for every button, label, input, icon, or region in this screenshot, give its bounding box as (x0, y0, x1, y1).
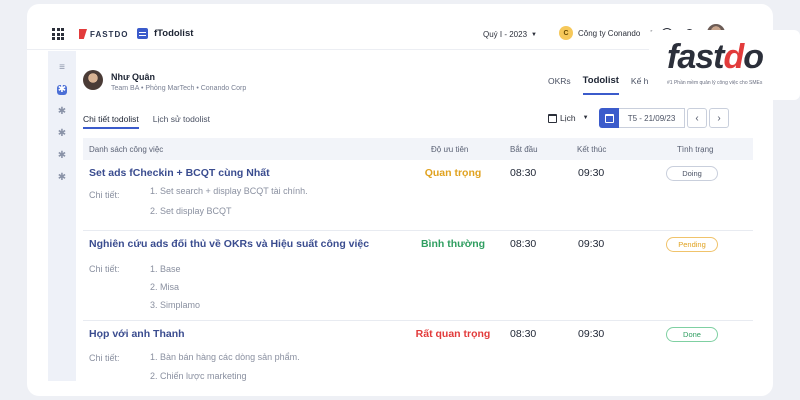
task-end: 09:30 (578, 238, 605, 250)
chevron-down-icon: ▼ (582, 115, 589, 121)
next-date-button[interactable]: › (709, 108, 729, 128)
subtask-item: 2. Set display BCQT (150, 206, 232, 216)
subtask-item: 1. Bàn bán hàng các dòng sản phẩm. (150, 352, 300, 362)
detail-label: Chi tiết: (89, 264, 120, 274)
tab-okrs[interactable]: OKRs (548, 76, 571, 95)
todolist-subtabs: Chi tiết todolist Lịch sử todolist (83, 114, 210, 129)
logo-tagline: #1 Phần mềm quản lý công việc cho SMEs (667, 80, 763, 86)
column-header-priority: Độ ưu tiên (431, 145, 469, 154)
brand-mark-icon (79, 29, 87, 39)
menu-icon[interactable]: ≡ (57, 63, 67, 73)
detail-label: Chi tiết: (89, 190, 120, 200)
task-priority: Quan trọng (424, 167, 482, 179)
detail-label: Chi tiết: (89, 353, 120, 363)
company-selector[interactable]: C Công ty Conando ▼ (559, 26, 655, 40)
task-priority: Bình thường (420, 238, 486, 250)
view-selector[interactable]: Lịch ▼ (548, 113, 589, 123)
todolist-app-icon (137, 28, 148, 39)
subtask-item: 3. Simplamo (150, 300, 201, 310)
fastdo-logo-overlay: fastdo #1 Phần mềm quản lý công việc cho… (649, 30, 800, 100)
task-end: 09:30 (578, 328, 605, 340)
apps-grid-icon[interactable] (52, 28, 64, 40)
subtask-item: 2. Misa (150, 282, 180, 292)
tab-todolist[interactable]: Todolist (582, 75, 619, 95)
prev-date-button[interactable]: ‹ (687, 108, 707, 128)
main-content: Như Quân Team BA • Phòng MarTech • Conan… (83, 64, 753, 394)
task-start: 08:30 (510, 167, 537, 179)
task-table: Danh sách công việc Độ ưu tiên Bắt đầu K… (83, 138, 753, 393)
profile-meta: Team BA • Phòng MarTech • Conando Corp (111, 85, 247, 92)
brand-name: FASTDO (90, 29, 129, 39)
task-start: 08:30 (510, 238, 537, 250)
calendar-icon (604, 113, 614, 123)
column-header-end: Kết thúc (577, 145, 607, 154)
sidebar-item-5-icon[interactable]: ✱ (57, 173, 67, 183)
column-header-status: Tình trạng (677, 145, 714, 154)
date-picker-button[interactable] (599, 108, 619, 128)
sidebar-item-2-icon[interactable]: ✱ (57, 107, 67, 117)
sidebar-item-todolist-icon[interactable]: ✱ (57, 85, 67, 95)
quarter-label: Quý I - 2023 (483, 30, 528, 39)
app-name: fTodolist (154, 28, 194, 39)
view-selector-label: Lịch (560, 113, 576, 123)
logo-wordmark: fastdo (667, 38, 764, 77)
logo-word-mid: d (723, 38, 744, 76)
subtask-item: 1. Set search + display BCQT tài chính. (150, 186, 308, 196)
task-start: 08:30 (510, 328, 537, 340)
task-title[interactable]: Nghiên cứu ads đối thủ về OKRs và Hiệu s… (89, 238, 369, 250)
tab-plan[interactable]: Kế h (631, 76, 649, 95)
logo-word-end: o (743, 38, 764, 76)
date-picker: T5 - 21/09/23 ‹ › (599, 108, 729, 128)
profile-avatar (83, 70, 103, 90)
status-badge[interactable]: Pending (666, 237, 718, 252)
brand-logo[interactable]: FASTDO (79, 29, 128, 39)
quarter-selector[interactable]: Quý I - 2023 ▼ (483, 30, 537, 39)
calendar-icon (548, 113, 557, 123)
task-end: 09:30 (578, 167, 605, 179)
module-tabs: OKRs Todolist Kế h (548, 75, 649, 95)
company-name: Công ty Conando (578, 28, 641, 38)
date-range-field[interactable]: T5 - 21/09/23 (619, 108, 685, 128)
table-row[interactable]: Nghiên cứu ads đối thủ về OKRs và Hiệu s… (83, 231, 753, 321)
column-header-tasks: Danh sách công việc (89, 145, 164, 154)
table-row[interactable]: Họp với anh Thanh Rất quan trọng 08:30 0… (83, 321, 753, 393)
table-row[interactable]: Set ads fCheckin + BCQT cùng Nhất Quan t… (83, 160, 753, 231)
column-header-start: Bắt đầu (510, 145, 538, 154)
tab-todolist-detail[interactable]: Chi tiết todolist (83, 114, 139, 129)
app-switcher[interactable]: fTodolist (137, 28, 193, 39)
profile-name: Như Quân (111, 72, 156, 82)
sidebar-item-4-icon[interactable]: ✱ (57, 151, 67, 161)
table-header: Danh sách công việc Độ ưu tiên Bắt đầu K… (83, 138, 753, 160)
status-badge[interactable]: Done (666, 327, 718, 342)
task-priority: Rất quan trọng (415, 328, 491, 340)
logo-word-start: fast (667, 38, 724, 76)
tab-todolist-history[interactable]: Lịch sử todolist (153, 114, 210, 129)
sidebar: ≡ ✱ ✱ ✱ ✱ ✱ (48, 51, 76, 381)
status-badge[interactable]: Doing (666, 166, 718, 181)
company-avatar: C (559, 26, 573, 40)
task-title[interactable]: Set ads fCheckin + BCQT cùng Nhất (89, 167, 270, 179)
sidebar-item-3-icon[interactable]: ✱ (57, 129, 67, 139)
caret-down-icon: ▼ (531, 31, 537, 38)
subtask-item: 2. Chiến lược marketing (150, 371, 247, 381)
task-title[interactable]: Họp với anh Thanh (89, 328, 185, 340)
subtask-item: 1. Base (150, 264, 181, 274)
